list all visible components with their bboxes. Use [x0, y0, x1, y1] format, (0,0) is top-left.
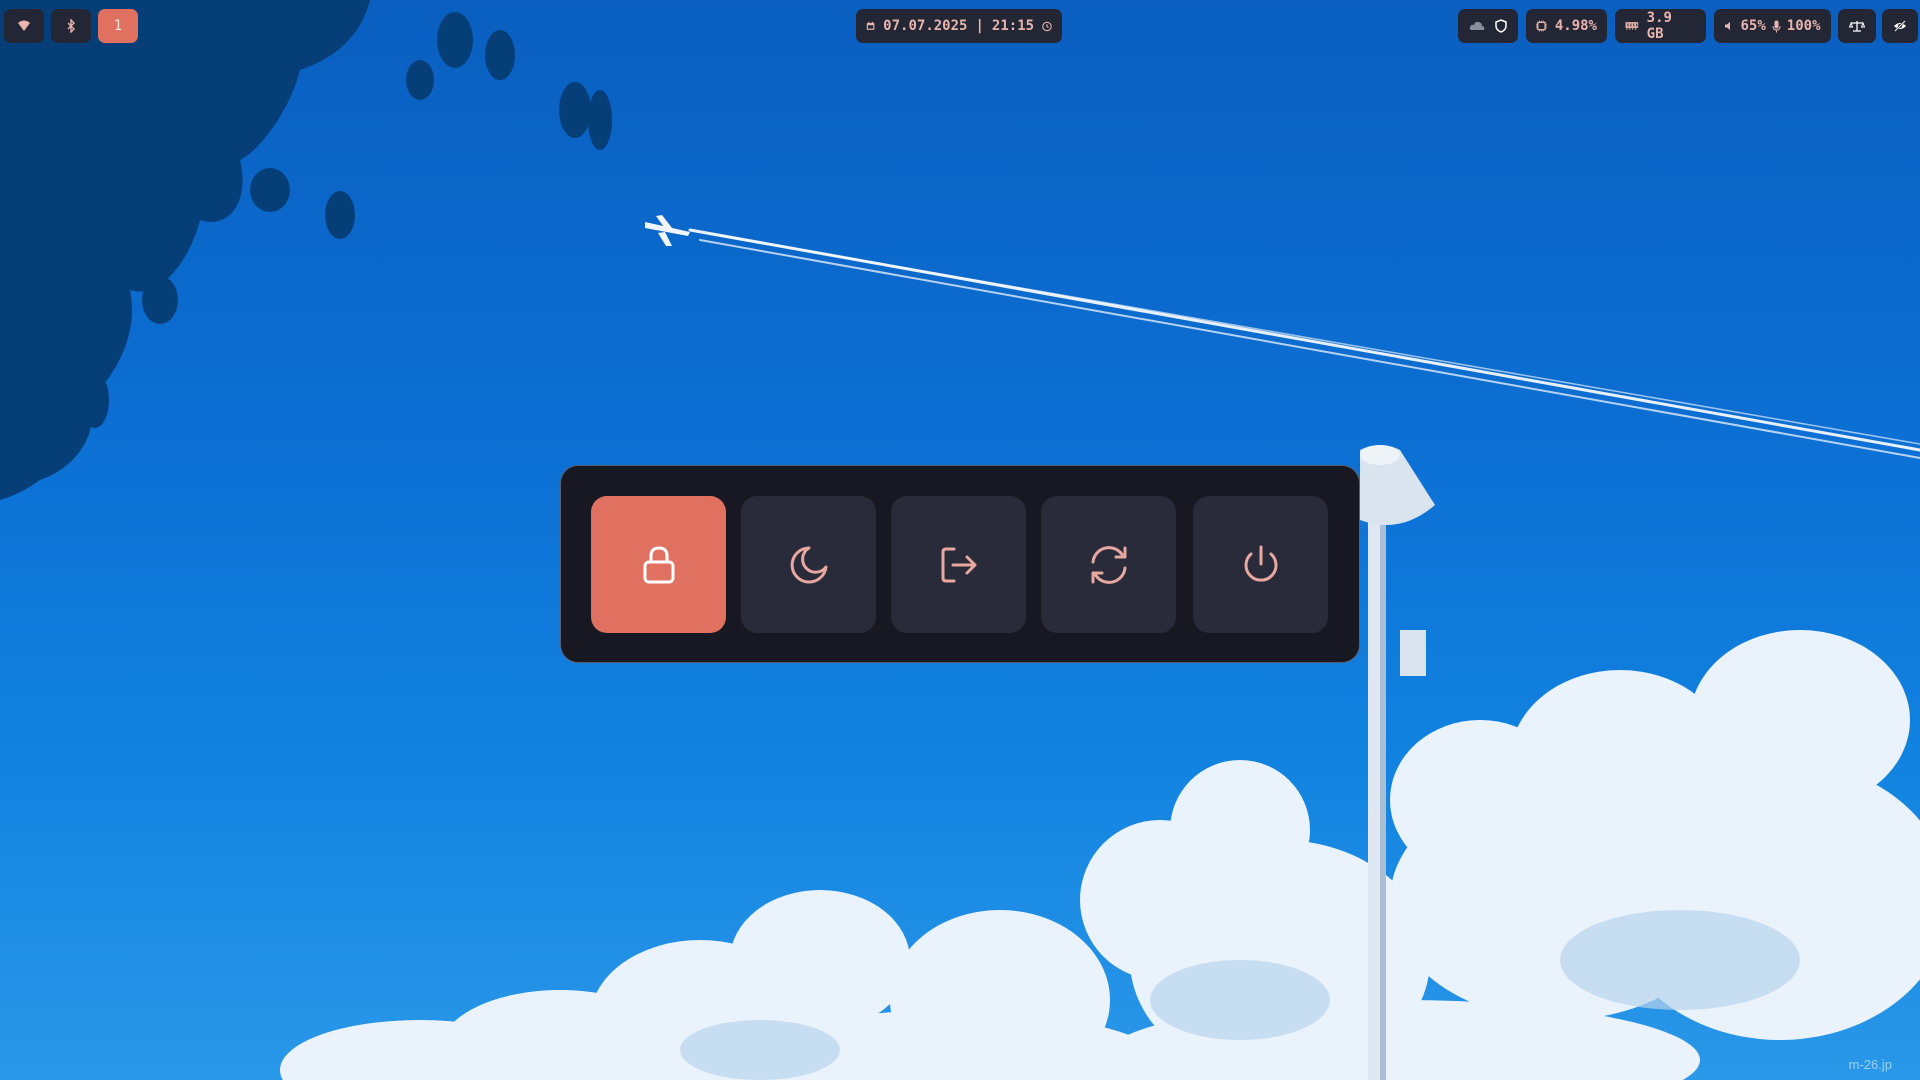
cpu-widget[interactable]: 4.98% — [1526, 9, 1607, 43]
cloud-icon — [1469, 21, 1485, 30]
power-icon — [1244, 545, 1277, 582]
wifi-icon — [18, 20, 30, 31]
wallpaper-signature: m-26.jp — [1848, 1057, 1892, 1072]
logout-icon — [941, 547, 976, 582]
time-text: 21:15 — [991, 18, 1035, 34]
contrail — [688, 228, 1920, 459]
memory-usage: 3.9 GB — [1646, 10, 1672, 42]
bluetooth-button[interactable] — [51, 9, 91, 43]
wifi-button[interactable] — [4, 9, 44, 43]
memory-icon — [1625, 22, 1639, 30]
cpu-usage: 4.98% — [1554, 18, 1597, 34]
refresh-icon — [1091, 545, 1126, 584]
workspace-1[interactable]: 1 — [98, 9, 138, 43]
shield-icon — [1495, 19, 1507, 33]
speaker-icon — [1725, 22, 1731, 30]
logout-button[interactable] — [891, 496, 1026, 633]
date-time-separator: | — [975, 18, 984, 34]
eye-off-icon — [1894, 20, 1906, 32]
calendar-icon — [866, 21, 875, 30]
clock-icon — [1042, 21, 1052, 31]
reboot-button[interactable] — [1041, 496, 1176, 633]
microphone-level: 100% — [1786, 18, 1821, 34]
memory-widget[interactable]: 3.9 GB — [1615, 9, 1706, 43]
volume-level: 65% — [1740, 18, 1766, 34]
audio-widget[interactable]: 65% 100% — [1714, 9, 1831, 43]
shutdown-button[interactable] — [1193, 496, 1328, 633]
suspend-button[interactable] — [741, 496, 876, 633]
lock-button[interactable] — [591, 496, 726, 633]
power-menu — [560, 465, 1360, 663]
tree-foliage — [0, 0, 612, 500]
scale-icon — [1849, 21, 1865, 32]
airplane — [645, 215, 690, 246]
lock-icon — [643, 545, 674, 583]
microphone-icon — [1772, 20, 1781, 32]
balance-button[interactable] — [1838, 9, 1876, 43]
date-text: 07.07.2025 — [883, 18, 968, 34]
idle-inhibitor-button[interactable] — [1882, 9, 1918, 43]
lamp-post-shade — [1380, 700, 1386, 1080]
network-vpn-widget[interactable] — [1458, 9, 1518, 43]
clouds — [280, 630, 1920, 1080]
clock-widget[interactable]: 07.07.2025 | 21:15 — [856, 9, 1062, 43]
cpu-icon — [1536, 20, 1547, 32]
bluetooth-icon — [67, 19, 75, 33]
moon-icon — [790, 546, 827, 583]
